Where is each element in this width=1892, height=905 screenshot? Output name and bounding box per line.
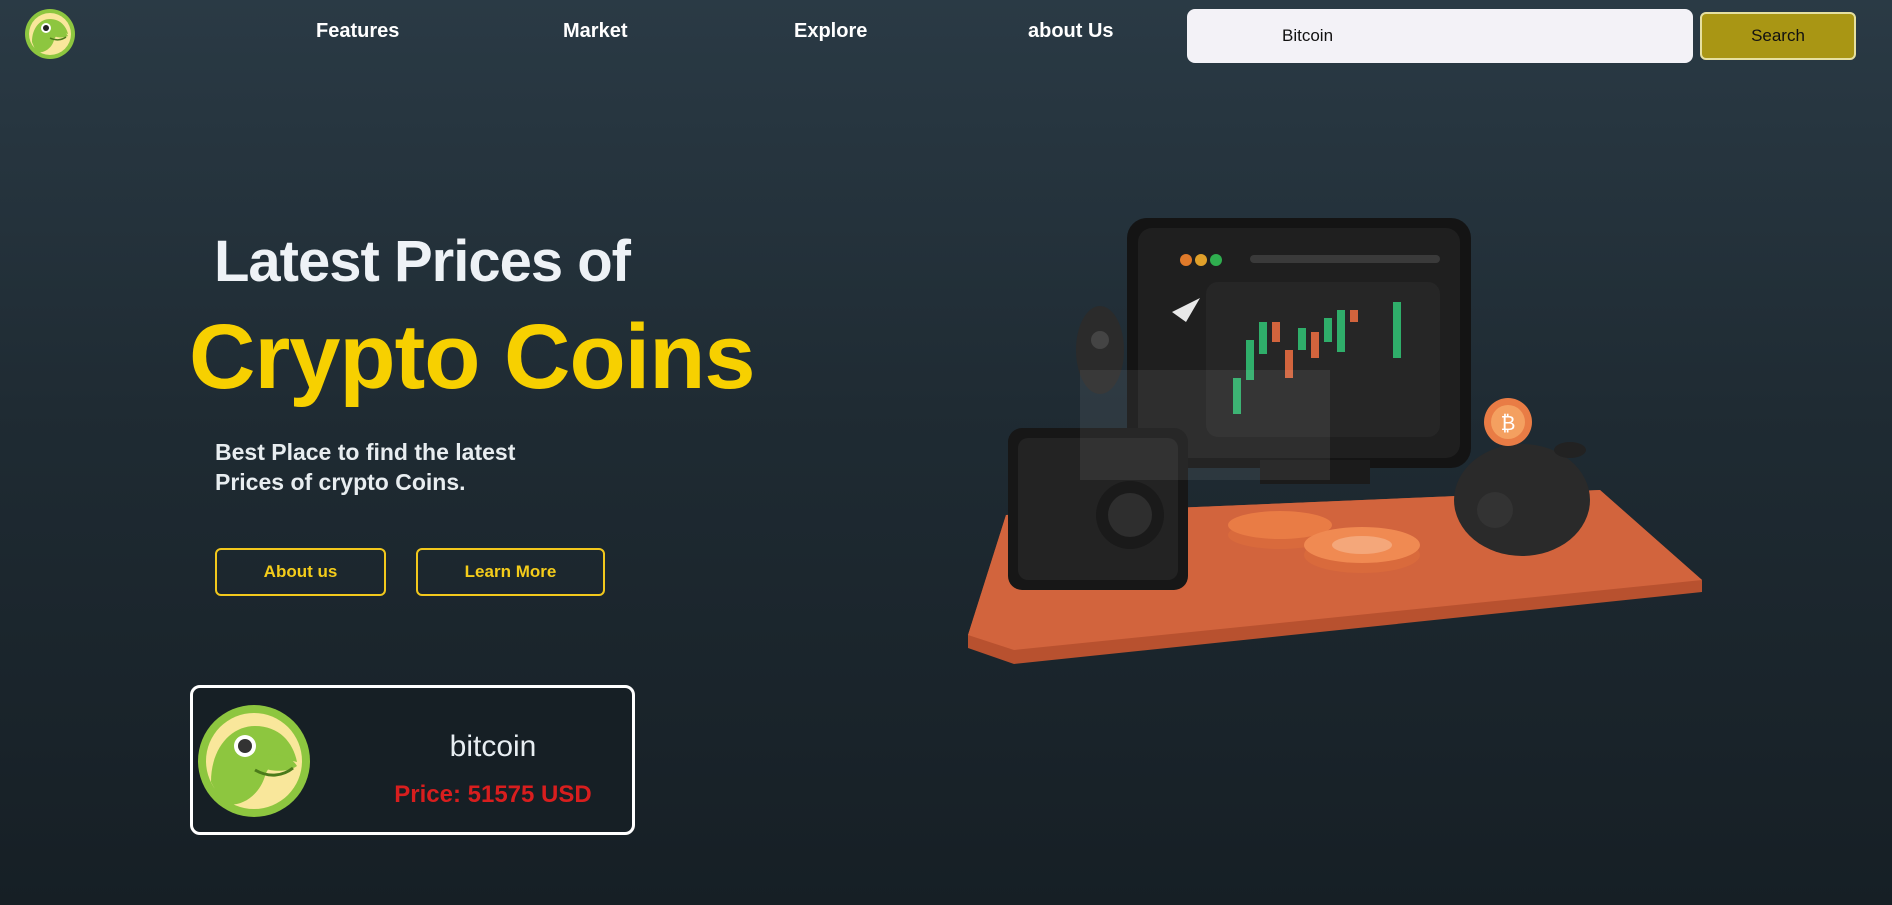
about-us-button[interactable]: About us: [215, 548, 386, 596]
hero-subtitle: Best Place to find the latest Prices of …: [215, 437, 575, 497]
hero-subtitle-line1: Best Place to find the latest: [215, 439, 516, 465]
nav-link-explore[interactable]: Explore: [794, 20, 867, 43]
learn-more-button[interactable]: Learn More: [416, 548, 605, 596]
nav-link-features[interactable]: Features: [316, 20, 399, 43]
gecko-logo-icon[interactable]: [24, 8, 76, 60]
svg-text:₿: ₿: [1501, 411, 1516, 435]
nav-link-market[interactable]: Market: [563, 20, 627, 43]
hero-title-line1: Latest Prices of: [214, 229, 631, 294]
search-input[interactable]: [1187, 9, 1693, 63]
nav-link-about-us[interactable]: about Us: [1028, 20, 1114, 43]
hero-subtitle-line2: Prices of crypto Coins.: [215, 469, 466, 495]
coin-price: Price: 51575 USD: [394, 781, 592, 808]
gecko-coin-logo-icon: [198, 705, 310, 817]
coin-name: bitcoin: [449, 730, 537, 763]
top-navbar: Features Market Explore about Us Search: [0, 0, 1892, 70]
crypto-trading-illustration-icon: ₿: [968, 218, 1702, 664]
coin-card[interactable]: bitcoin Price: 51575 USD: [190, 685, 635, 835]
hero-title-line2: Crypto Coins: [189, 306, 756, 408]
search-button[interactable]: Search: [1700, 12, 1856, 60]
